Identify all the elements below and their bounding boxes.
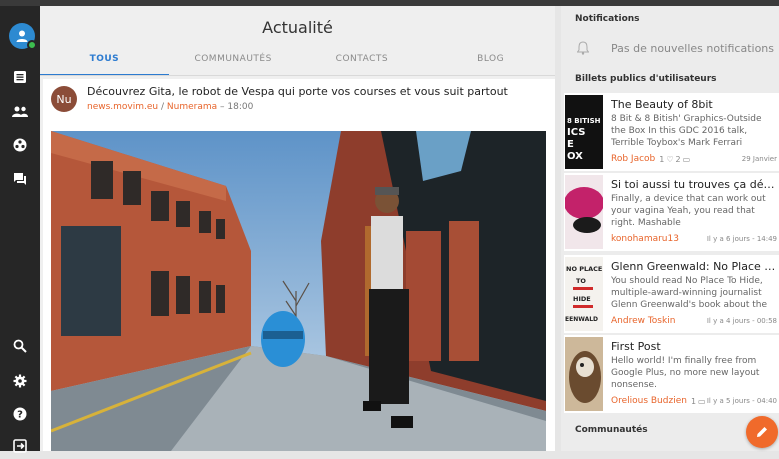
post-card-title[interactable]: Si toi aussi tu trouves ça dérang… (611, 178, 777, 191)
settings-icon (13, 374, 27, 388)
post-card-author[interactable]: Orelious Budzien (611, 396, 687, 406)
post-card-author[interactable]: konohamaru13 (611, 234, 679, 244)
search-icon (13, 339, 27, 353)
public-posts-heading: Billets publics d'utilisateurs (575, 74, 717, 84)
communities-icon (13, 138, 27, 152)
post-card-excerpt: Hello world! I'm finally free from Googl… (611, 356, 760, 390)
post-card-title[interactable]: First Post (611, 340, 777, 353)
post-meta-separator: / (158, 102, 167, 112)
tab-all[interactable]: TOUS (40, 50, 169, 76)
post-thumbnail: 8 BITISH ICS E OX (565, 95, 603, 169)
svg-text:?: ? (17, 410, 23, 421)
post-thumbnail (565, 175, 603, 249)
tab-communities[interactable]: COMMUNAUTÉS (169, 50, 298, 76)
sidebar-item-communities[interactable] (0, 132, 40, 158)
like-count: 1 (659, 154, 665, 164)
tab-contacts[interactable]: CONTACTS (298, 50, 427, 76)
page-title: Actualité (262, 18, 333, 37)
comment-icon: ▭ (698, 396, 706, 406)
post-title[interactable]: Découvrez Gita, le robot de Vespa qui po… (87, 85, 508, 98)
post-card-title[interactable]: Glenn Greenwald: No Place To … (611, 260, 777, 273)
communities-heading: Communautés (575, 425, 648, 435)
news-icon (14, 71, 26, 83)
svg-text:HIDE: HIDE (573, 295, 591, 303)
post-image[interactable] (51, 131, 546, 451)
svg-text:OX: OX (567, 151, 583, 162)
notifications-empty: Pas de nouvelles notifications (565, 36, 779, 60)
post-card-author[interactable]: Andrew Toskin (611, 316, 675, 326)
thumbnail-image: NO PLACE TO HIDE EENWALD (565, 257, 603, 331)
thumbnail-image (565, 337, 603, 411)
street-photo (51, 131, 546, 451)
post-card-excerpt: 8 Bit & 8 Bitish' Graphics-Outside the B… (611, 114, 762, 148)
sidebar-item-help[interactable]: ? (0, 401, 40, 427)
post-thumbnail: NO PLACE TO HIDE EENWALD (565, 257, 603, 331)
news-feed: Actualité TOUS COMMUNAUTÉS CONTACTS BLOG… (40, 6, 555, 451)
post-avatar[interactable]: Nu (51, 86, 77, 112)
public-post-card[interactable]: NO PLACE TO HIDE EENWALD Glenn Greenwald… (564, 255, 779, 333)
post-card-excerpt: You should read No Place To Hide, multip… (611, 276, 768, 310)
tabs-divider (40, 75, 555, 76)
contacts-icon (12, 106, 28, 117)
sidebar-item-logout[interactable] (0, 433, 40, 459)
post-card-time: Il y a 6 jours - 14:49 (706, 235, 777, 243)
post-time: 18:00 (227, 102, 254, 112)
thumbnail-image (565, 175, 603, 249)
bell-icon (577, 41, 589, 55)
thumbnail-image: 8 BITISH ICS E OX (565, 95, 603, 169)
svg-text:E: E (567, 139, 574, 150)
public-post-card[interactable]: 8 BITISH ICS E OX The Beauty of 8bit 8 B… (564, 93, 779, 171)
sidebar-item-contacts[interactable] (0, 99, 40, 125)
post-card-time: Il y a 4 jours - 00:58 (706, 317, 777, 325)
post-card-time: 29 Janvier (741, 155, 777, 163)
notifications-heading: Notifications (575, 14, 640, 24)
user-avatar[interactable] (9, 23, 37, 50)
tab-blog[interactable]: BLOG (426, 50, 555, 76)
svg-text:NO PLACE: NO PLACE (566, 265, 602, 273)
svg-text:EENWALD: EENWALD (565, 316, 598, 323)
online-status-dot (27, 40, 37, 50)
post-meta: news.movim.eu / Numerama – 18:00 (87, 102, 253, 112)
chat-icon (14, 173, 26, 185)
notifications-empty-text: Pas de nouvelles notifications (611, 41, 775, 55)
user-icon (16, 30, 28, 42)
sidebar-item-news[interactable] (0, 64, 40, 90)
post-origin-link[interactable]: Numerama (167, 102, 217, 112)
public-post-card[interactable]: Si toi aussi tu trouves ça dérang… Final… (564, 173, 779, 251)
sidebar: ? (0, 6, 40, 453)
svg-text:ICS: ICS (567, 127, 585, 138)
svg-text:TO: TO (576, 277, 586, 285)
feed-post[interactable]: Nu Découvrez Gita, le robot de Vespa qui… (43, 79, 555, 451)
sidebar-item-settings[interactable] (0, 368, 40, 394)
feed-tabs: TOUS COMMUNAUTÉS CONTACTS BLOG (40, 50, 555, 76)
sidebar-item-chat[interactable] (0, 166, 40, 192)
heart-icon: ♡ (666, 154, 674, 164)
compose-button[interactable] (746, 416, 778, 448)
post-card-excerpt: Finally, a device that can work out your… (611, 194, 766, 228)
post-card-time: Il y a 5 jours - 04:40 (706, 397, 777, 405)
comment-count: 2 (675, 154, 681, 164)
post-card-footer: konohamaru13 Il y a 6 jours - 14:49 (611, 234, 777, 244)
pencil-icon (757, 427, 767, 437)
public-post-card[interactable]: First Post Hello world! I'm finally free… (564, 335, 779, 413)
post-card-author[interactable]: Rob Jacob (611, 154, 655, 164)
help-icon: ? (13, 407, 27, 421)
post-card-footer: Andrew Toskin Il y a 4 jours - 00:58 (611, 316, 777, 326)
post-card-footer: Rob Jacob 1 ♡ 2 ▭ 29 Janvier (611, 154, 777, 164)
sidebar-item-search[interactable] (0, 333, 40, 359)
comment-icon: ▭ (682, 154, 691, 164)
post-meta-dash: – (217, 102, 228, 112)
like-count: 1 (690, 396, 697, 406)
right-panel: Notifications Pas de nouvelles notificat… (561, 6, 779, 451)
svg-text:8 BITISH: 8 BITISH (567, 117, 601, 125)
post-source-link[interactable]: news.movim.eu (87, 102, 158, 112)
post-card-footer: Orelious Budzien 1 ▭ Il y a 5 jours - 04… (611, 396, 777, 406)
post-thumbnail (565, 337, 603, 411)
post-card-title[interactable]: The Beauty of 8bit (611, 98, 777, 111)
